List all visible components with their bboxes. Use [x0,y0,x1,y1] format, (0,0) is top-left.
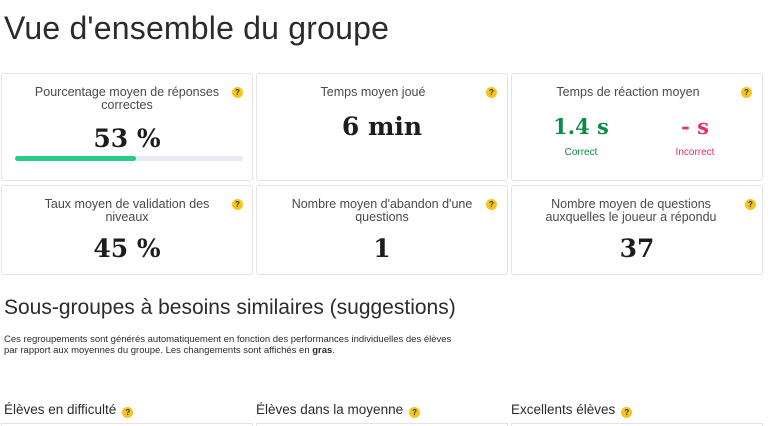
column-struggling-label: Élèves en difficulté [4,402,117,417]
card-validation-rate: Taux moyen de validation des niveaux ? 4… [1,185,253,275]
card-time-played-value: 6 min [341,112,423,141]
help-icon[interactable]: ? [409,407,421,418]
card-reaction-time: Temps de réaction moyen ? 1.4 s Correct … [511,73,763,181]
help-icon[interactable]: ? [745,199,756,210]
card-abandon-title: Nombre moyen d'abandon d'une questions [291,197,473,224]
accuracy-progress-fill [15,156,136,161]
column-average-students: Élèves dans la moyenne? [256,402,421,418]
reaction-correct-value: 1.4 s [553,114,609,139]
page-title: Vue d'ensemble du groupe [4,10,390,46]
card-validation-title: Taux moyen de validation des niveaux [44,197,210,224]
reaction-correct-label: Correct [564,147,598,158]
card-abandon: Nombre moyen d'abandon d'une questions ?… [256,185,508,275]
help-icon[interactable]: ? [232,199,243,210]
card-answered: Nombre moyen de questions auxquelles le … [511,185,763,275]
column-excellent-label: Excellents élèves [511,402,616,417]
card-accuracy-value: 53 % [93,124,161,153]
column-excellent-students: Excellents élèves? [511,402,633,418]
description-end: . [332,344,335,356]
column-struggling-students: Élèves en difficulté? [4,402,134,418]
card-validation-value: 45 % [93,234,161,263]
help-icon[interactable]: ? [122,407,134,418]
help-icon[interactable]: ? [486,199,497,210]
card-accuracy: Pourcentage moyen de réponses correctes … [1,73,253,181]
card-time-played-title: Temps moyen joué [320,85,426,99]
help-icon[interactable]: ? [621,407,633,418]
subgroups-description: Ces regroupements sont générés automatiq… [4,334,464,356]
help-icon[interactable]: ? [486,87,497,98]
help-icon[interactable]: ? [232,87,243,98]
reaction-incorrect-value: - s [681,114,709,139]
column-average-label: Élèves dans la moyenne [256,402,404,417]
accuracy-progress-bar [15,156,243,161]
help-icon[interactable]: ? [741,87,752,98]
description-bold: gras [312,344,333,356]
card-answered-value: 37 [619,234,655,263]
subgroups-title: Sous-groupes à besoins similaires (sugge… [4,296,456,319]
card-accuracy-title: Pourcentage moyen de réponses correctes [34,85,220,112]
card-time-played: Temps moyen joué ? 6 min [256,73,508,181]
reaction-incorrect-label: Incorrect [675,147,715,158]
card-reaction-title: Temps de réaction moyen [556,85,700,99]
description-text: Ces regroupements sont générés automatiq… [4,334,452,356]
card-abandon-value: 1 [373,234,391,263]
card-answered-title: Nombre moyen de questions auxquelles le … [545,197,717,224]
